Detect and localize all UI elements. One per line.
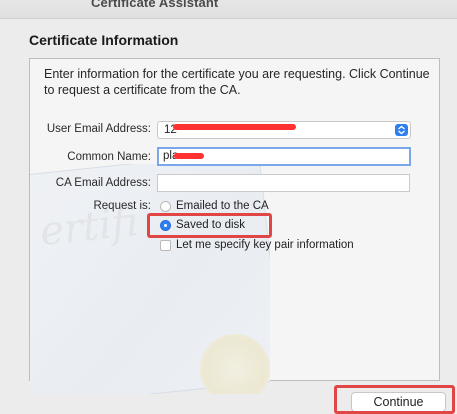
chevron-updown-icon[interactable]: [395, 124, 408, 136]
window-title: Certificate Assistant: [91, 0, 219, 10]
key-pair-label: Let me specify key pair information: [176, 239, 354, 251]
ca-email-label: CA Email Address:: [55, 177, 151, 189]
saved-to-disk-highlight: [147, 213, 272, 238]
user-email-label: User Email Address:: [46, 123, 151, 135]
section-title: Certificate Information: [29, 32, 179, 48]
redaction-mark: [173, 124, 296, 130]
emailed-to-ca-label: Emailed to the CA: [176, 200, 269, 212]
ca-email-input[interactable]: [157, 174, 410, 192]
window-titlebar: Certificate Assistant: [0, 0, 457, 19]
request-is-label: Request is:: [93, 200, 151, 212]
redaction-mark: [174, 153, 204, 159]
checkbox-icon[interactable]: [160, 240, 171, 251]
radio-button-icon[interactable]: [160, 201, 171, 212]
radio-emailed-to-ca[interactable]: Emailed to the CA: [160, 200, 300, 214]
common-name-label: Common Name:: [67, 151, 151, 163]
continue-highlight: [334, 385, 455, 414]
intro-text: Enter information for the certificate yo…: [44, 67, 430, 97]
checkbox-key-pair[interactable]: Let me specify key pair information: [160, 239, 380, 253]
certificate-watermark: ertifi: [30, 164, 270, 394]
